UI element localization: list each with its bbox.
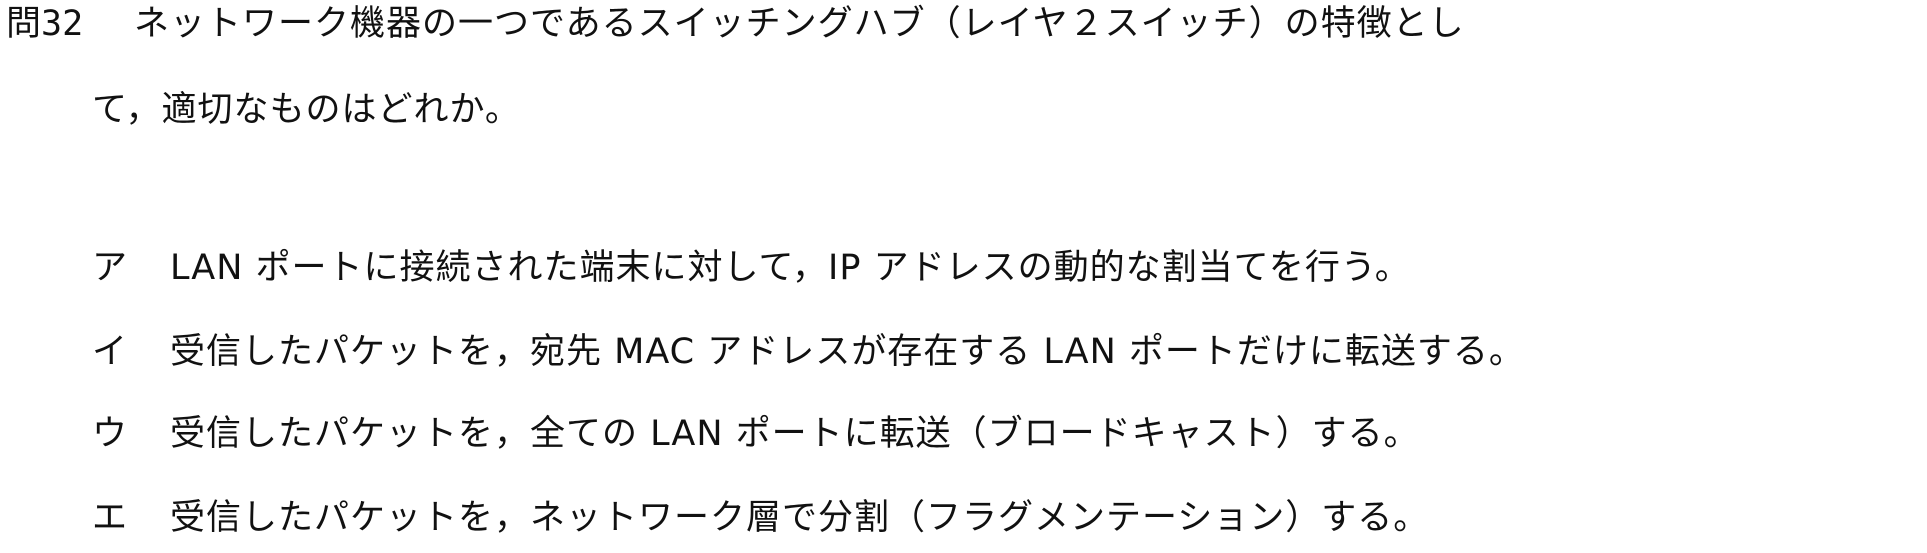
choice-text: LAN ポートに接続された端末に対して，IP アドレスの動的な割当てを行う。 xyxy=(170,248,1411,288)
question-stem-text-2: て，適切なものはどれか。 xyxy=(92,90,521,130)
question-number: 問32 xyxy=(6,4,84,44)
choice-text: 受信したパケットを，宛先 MAC アドレスが存在する LAN ポートだけに転送す… xyxy=(170,332,1525,372)
choice-letter: エ xyxy=(92,498,129,538)
choice-i: イ 受信したパケットを，宛先 MAC アドレスが存在する LAN ポートだけに転送… xyxy=(92,330,1525,374)
choice-text: 受信したパケットを，ネットワーク層で分割（フラグメンテーション）する。 xyxy=(170,498,1430,538)
choice-letter: ア xyxy=(92,248,129,288)
exam-question-page: 問32 ネットワーク機器の一つであるスイッチングハブ（レイヤ２スイッチ）の特徴とし… xyxy=(0,0,1927,553)
choice-e: エ 受信したパケットを，ネットワーク層で分割（フラグメンテーション）する。 xyxy=(92,496,1429,540)
question-stem-line-2: て，適切なものはどれか。 xyxy=(92,88,521,132)
question-stem-text-1: ネットワーク機器の一つであるスイッチングハブ（レイヤ２スイッチ）の特徴とし xyxy=(134,4,1465,44)
choice-text: 受信したパケットを，全ての LAN ポートに転送（ブロードキャスト）する。 xyxy=(170,414,1420,454)
choice-u: ウ 受信したパケットを，全ての LAN ポートに転送（ブロードキャスト）する。 xyxy=(92,412,1420,456)
choice-letter: ウ xyxy=(92,414,129,454)
choice-a: ア LAN ポートに接続された端末に対して，IP アドレスの動的な割当てを行う。 xyxy=(92,246,1411,290)
question-stem-line-1: 問32 ネットワーク機器の一つであるスイッチングハブ（レイヤ２スイッチ）の特徴とし xyxy=(6,2,1465,46)
choice-letter: イ xyxy=(92,332,129,372)
